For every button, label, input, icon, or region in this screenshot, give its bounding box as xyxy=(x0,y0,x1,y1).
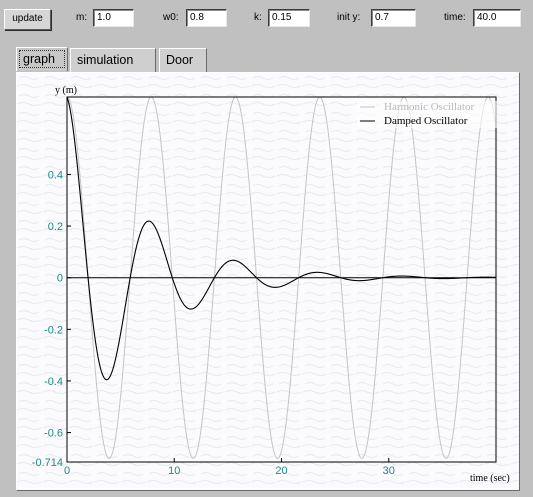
y-tick-label: -0.4 xyxy=(44,376,63,388)
legend-harmonic: Harmonic Oscillator xyxy=(384,101,474,113)
update-button[interactable]: update xyxy=(4,9,51,30)
y-tick-label: 0.2 xyxy=(48,221,63,233)
x-tick-label: 30 xyxy=(383,465,395,477)
graph-panel: 0.4 0.2 0 -0.2 -0.4 -0.6 -0.714 0 10 20 30 y (m) t… xyxy=(16,72,520,491)
x-tick-label: 20 xyxy=(275,465,287,477)
time-input[interactable]: 40.0 xyxy=(473,9,521,27)
oscillator-chart: 0.40.20-0.2-0.4-0.6-0.7140 10 20 30 y (m) t… xyxy=(17,73,519,490)
w0-label: w0: xyxy=(163,12,179,23)
tab-graph[interactable]: graph xyxy=(16,47,68,71)
x-tick-label: 10 xyxy=(168,465,180,477)
plot-background xyxy=(17,73,519,490)
y-tick-label: -0.6 xyxy=(44,428,63,440)
w0-input[interactable]: 0.8 xyxy=(186,9,227,27)
tab-door[interactable]: Door xyxy=(159,48,207,72)
legend: Harmonic Oscillator Damped Oscillator xyxy=(357,101,497,128)
y-tick-label: 0 xyxy=(57,273,63,285)
init-y-label: init y: xyxy=(337,12,361,23)
y-axis-label: y (m) xyxy=(55,85,77,96)
init-y-input[interactable]: 0.7 xyxy=(371,9,416,27)
m-label: m: xyxy=(76,12,88,23)
y-tick-label: -0.714 xyxy=(32,457,63,469)
legend-damped: Damped Oscillator xyxy=(384,115,468,127)
y-tick-label: -0.2 xyxy=(44,324,63,336)
y-tick-label: 0.4 xyxy=(48,169,63,181)
x-tick-label: 0 xyxy=(64,465,70,477)
time-label: time: xyxy=(444,12,466,23)
m-input[interactable]: 1.0 xyxy=(93,9,134,27)
x-axis-label: time (sec) xyxy=(470,473,510,484)
k-input[interactable]: 0.15 xyxy=(268,9,310,27)
k-label: k: xyxy=(254,12,262,23)
tab-simulation[interactable]: simulation xyxy=(70,48,156,72)
